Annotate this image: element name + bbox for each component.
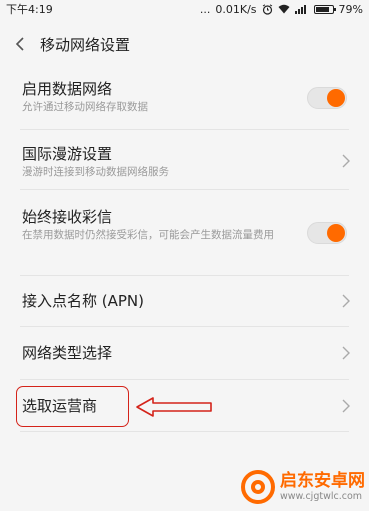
battery-percent: 79% xyxy=(338,2,363,16)
mms-toggle[interactable] xyxy=(307,222,347,244)
setting-row-enable-data[interactable]: 启用数据网络 允许通过移动网络存取数据 xyxy=(0,70,369,130)
back-arrow-icon xyxy=(15,37,24,51)
status-bar: 下午4:19 ... 0.01K/s 79% xyxy=(0,0,369,18)
back-button[interactable] xyxy=(0,18,40,70)
setting-title: 网络类型选择 xyxy=(22,344,113,362)
toggle-knob xyxy=(327,89,345,107)
setting-row-apn[interactable]: 接入点名称 (APN) xyxy=(0,276,369,327)
battery-fill xyxy=(315,6,329,12)
page-title: 移动网络设置 xyxy=(40,35,131,54)
watermark-name: 启东安卓网 xyxy=(280,471,365,491)
status-time: 下午4:19 xyxy=(6,3,53,16)
chevron-right-icon xyxy=(342,346,350,360)
setting-row-mms[interactable]: 始终接收彩信 在禁用数据时仍然接受彩信，可能会产生数据流量费用 xyxy=(0,190,369,276)
toggle-knob xyxy=(327,224,345,242)
setting-subtitle: 在禁用数据时仍然接受彩信，可能会产生数据流量费用 xyxy=(22,229,274,241)
net-speed: 0.01K/s xyxy=(215,2,257,16)
setting-subtitle: 允许通过移动网络存取数据 xyxy=(22,101,148,113)
alarm-icon xyxy=(262,3,273,15)
setting-subtitle: 漫游时连接到移动数据网络服务 xyxy=(22,166,169,178)
chevron-right-icon xyxy=(342,294,350,308)
divider xyxy=(20,431,349,432)
watermark-url: www.cjgtwlc.com xyxy=(280,491,363,502)
watermark: 启东安卓网 www.cjgtwlc.com xyxy=(240,466,366,508)
title-bar: 移动网络设置 xyxy=(0,18,369,70)
wifi-icon xyxy=(278,4,290,14)
enable-data-toggle[interactable] xyxy=(307,87,347,109)
chevron-right-icon xyxy=(342,399,350,413)
setting-title: 国际漫游设置 xyxy=(22,145,113,163)
setting-title: 接入点名称 (APN) xyxy=(22,292,145,310)
annotation-arrow-icon xyxy=(136,397,212,417)
setting-title: 始终接收彩信 xyxy=(22,208,113,226)
battery-icon xyxy=(313,4,336,14)
status-indicators: ... 0.01K/s 79% xyxy=(200,3,363,16)
annotation-highlight-box xyxy=(16,386,129,427)
setting-row-roaming[interactable]: 国际漫游设置 漫游时连接到移动数据网络服务 xyxy=(0,130,369,190)
signal-icon xyxy=(294,4,309,14)
setting-row-network-type[interactable]: 网络类型选择 xyxy=(0,327,369,380)
setting-title: 启用数据网络 xyxy=(22,80,113,98)
watermark-logo-icon xyxy=(241,470,275,504)
chevron-right-icon xyxy=(342,154,350,168)
status-dots: ... xyxy=(199,2,211,16)
